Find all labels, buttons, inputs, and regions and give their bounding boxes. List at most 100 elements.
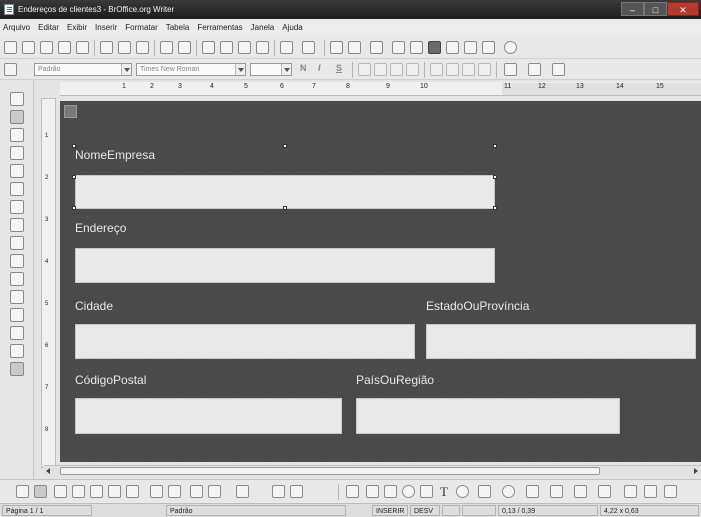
decrease-indent-icon[interactable] (462, 63, 475, 76)
form-navigator-icon[interactable] (10, 164, 24, 178)
edit-file-icon[interactable] (76, 41, 89, 54)
selection-handle[interactable] (283, 206, 287, 210)
page-style-indicator[interactable]: Padrão (166, 505, 346, 516)
show-draw-functions-icon[interactable] (370, 41, 383, 54)
bold-button[interactable]: N (300, 63, 307, 73)
menu-janela[interactable]: Janela (251, 23, 275, 32)
selection-handle[interactable] (493, 144, 497, 148)
form-design-icon[interactable] (10, 344, 24, 358)
paisouregiao-field[interactable] (356, 398, 620, 434)
chevron-down-icon[interactable] (281, 64, 291, 75)
selection-handle[interactable] (72, 144, 76, 148)
selection-handle[interactable] (72, 206, 76, 210)
freeform-line-icon[interactable] (420, 485, 433, 498)
add-field-icon[interactable] (108, 485, 121, 498)
grid-icon[interactable] (272, 485, 285, 498)
nomeempresa-field[interactable] (75, 175, 495, 209)
help-icon[interactable] (504, 41, 517, 54)
menu-exibir[interactable]: Exibir (67, 23, 87, 32)
background-color-icon[interactable] (552, 63, 565, 76)
select-arrow-icon[interactable] (346, 485, 359, 498)
align-left-icon[interactable] (358, 63, 371, 76)
bring-to-front-icon[interactable] (236, 485, 249, 498)
close-button[interactable]: ✕ (667, 2, 699, 16)
new-document-icon[interactable] (4, 41, 17, 54)
position-size-icon[interactable] (190, 485, 203, 498)
paste-icon[interactable] (238, 41, 251, 54)
insert-mode-indicator[interactable]: INSERIR (372, 505, 408, 516)
flowchart-icon[interactable] (550, 485, 563, 498)
auto-control-focus-icon[interactable] (10, 236, 24, 250)
codigopostal-field[interactable] (75, 398, 342, 434)
block-arrows-icon[interactable] (526, 485, 539, 498)
italic-button[interactable]: I (318, 63, 321, 73)
page-preview-icon[interactable] (136, 41, 149, 54)
align-center-icon[interactable] (374, 63, 387, 76)
spellcheck-icon[interactable] (160, 41, 173, 54)
align-right-icon[interactable] (390, 63, 403, 76)
text-tool-button[interactable]: T (440, 484, 448, 500)
navigator-icon[interactable] (410, 41, 423, 54)
styles-formatting-icon[interactable] (4, 63, 17, 76)
open-folder-icon[interactable] (22, 41, 35, 54)
increase-indent-icon[interactable] (478, 63, 491, 76)
rectangle-icon[interactable] (384, 485, 397, 498)
open-design-mode-icon[interactable] (150, 485, 163, 498)
menu-editar[interactable]: Editar (38, 23, 59, 32)
table-icon[interactable] (348, 41, 361, 54)
activation-order-icon[interactable] (126, 485, 139, 498)
activation-order-icon[interactable] (10, 200, 24, 214)
underline-button[interactable]: S (336, 63, 342, 73)
anchor-icon[interactable] (208, 485, 221, 498)
cidade-field[interactable] (75, 324, 415, 359)
highlighting-icon[interactable] (528, 63, 541, 76)
cut-icon[interactable] (202, 41, 215, 54)
form-properties-icon[interactable] (10, 146, 24, 160)
snap-guides-icon[interactable] (290, 485, 303, 498)
chevron-down-icon[interactable] (121, 64, 131, 75)
hyperlink-icon[interactable] (330, 41, 343, 54)
control-properties-icon[interactable] (10, 128, 24, 142)
menu-tabela[interactable]: Tabela (166, 23, 190, 32)
form-properties-icon[interactable] (72, 485, 85, 498)
vertical-ruler[interactable]: 1 2 3 4 5 6 7 8 (41, 98, 56, 468)
select-pointer-icon[interactable] (10, 92, 24, 106)
print-icon[interactable] (118, 41, 131, 54)
anchor-icon[interactable] (64, 105, 77, 118)
points-icon[interactable] (624, 485, 637, 498)
menu-formatar[interactable]: Formatar (125, 23, 157, 32)
selection-handle[interactable] (493, 206, 497, 210)
selection-handle[interactable] (72, 175, 76, 179)
digital-signature-indicator[interactable] (462, 505, 496, 516)
data-sources-icon[interactable] (446, 41, 459, 54)
display-grid-icon[interactable] (10, 290, 24, 304)
ellipse-icon[interactable] (402, 485, 415, 498)
select-icon[interactable] (16, 485, 29, 498)
symbol-shapes-icon[interactable] (502, 485, 515, 498)
stars-icon[interactable] (598, 485, 611, 498)
align-icon[interactable] (10, 272, 24, 286)
estadoouprovincia-field[interactable] (426, 324, 696, 359)
selection-handle[interactable] (493, 175, 497, 179)
open-in-design-mode-icon[interactable] (10, 218, 24, 232)
wizards-icon[interactable] (10, 362, 24, 376)
export-pdf-icon[interactable] (100, 41, 113, 54)
paragraph-style-combo[interactable]: Padrão (34, 63, 132, 76)
add-field-icon[interactable] (10, 182, 24, 196)
horizontal-scrollbar[interactable] (44, 465, 701, 476)
redo-icon[interactable] (302, 41, 315, 54)
font-color-icon[interactable] (504, 63, 517, 76)
control-properties-icon[interactable] (54, 485, 67, 498)
find-replace-icon[interactable] (392, 41, 405, 54)
auto-focus-icon[interactable] (168, 485, 181, 498)
font-size-combo[interactable] (250, 63, 292, 76)
menu-inserir[interactable]: Inserir (95, 23, 117, 32)
scroll-right-icon[interactable] (694, 468, 698, 474)
endereco-field[interactable] (75, 248, 495, 283)
horizontal-ruler[interactable]: 1 2 3 4 5 6 7 8 9 10 11 12 13 14 15 (60, 82, 701, 96)
zoom-icon[interactable] (482, 41, 495, 54)
scrollbar-thumb[interactable] (60, 467, 600, 475)
undo-icon[interactable] (280, 41, 293, 54)
basic-shapes-icon[interactable] (478, 485, 491, 498)
menu-ajuda[interactable]: Ajuda (282, 23, 302, 32)
